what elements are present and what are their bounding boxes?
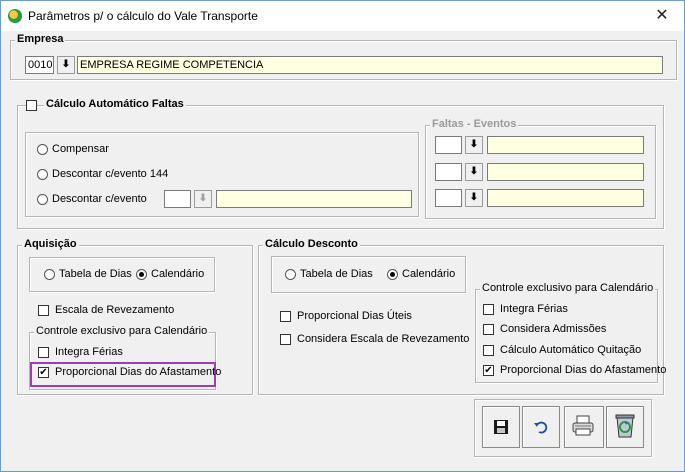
falta-evento-desc-2[interactable] xyxy=(487,163,644,181)
falta-evento-code-1[interactable] xyxy=(435,136,462,154)
aquisicao-proporcional-checkbox[interactable]: ✔ xyxy=(38,367,49,378)
aquisicao-radio-tabela[interactable] xyxy=(44,269,55,280)
radio-compensar-label: Compensar xyxy=(52,143,109,155)
radio-compensar[interactable] xyxy=(37,144,48,155)
desconto-integra-ferias-checkbox[interactable] xyxy=(483,304,494,315)
close-button[interactable]: ✕ xyxy=(640,1,684,31)
aquisicao-radio-calendario[interactable] xyxy=(136,269,147,280)
falta-evento-desc-1[interactable] xyxy=(487,136,644,154)
desconto-proporcional-checkbox[interactable]: ✔ xyxy=(483,365,494,376)
desconto-integra-ferias-label: Integra Férias xyxy=(500,303,568,315)
aquisicao-proporcional-label: Proporcional Dias do Afastamento xyxy=(55,366,222,378)
desconto-radio-calendario[interactable] xyxy=(387,269,398,280)
desconto-radio-tabela-label: Tabela de Dias xyxy=(300,268,373,280)
calculo-quitacao-label: Cálculo Automático Quitação xyxy=(500,344,642,356)
proporcional-uteis-checkbox[interactable] xyxy=(280,311,291,322)
undo-icon xyxy=(534,421,548,434)
radio-descontar-evento[interactable] xyxy=(37,194,48,205)
aquisicao-legend: Aquisição xyxy=(22,238,79,250)
printer-icon xyxy=(572,415,594,436)
radio-descontar-144-label: Descontar c/evento 144 xyxy=(52,168,169,180)
evento-code-field[interactable] xyxy=(164,190,191,208)
calculo-quitacao-checkbox[interactable] xyxy=(483,345,494,356)
down-arrow-icon: ⬇ xyxy=(469,166,479,177)
falta-evento-lookup-3[interactable]: ⬇ xyxy=(465,189,483,207)
radio-descontar-evento-label: Descontar c/evento xyxy=(52,193,147,205)
calculo-automatico-checkbox[interactable] xyxy=(26,100,37,111)
evento-desc-field[interactable] xyxy=(216,190,412,208)
considera-escala-label: Considera Escala de Revezamento xyxy=(297,333,470,345)
falta-evento-lookup-1[interactable]: ⬇ xyxy=(465,136,483,154)
empresa-legend: Empresa xyxy=(15,33,66,45)
save-button[interactable] xyxy=(482,406,520,448)
aquisicao-radio-tabela-label: Tabela de Dias xyxy=(59,268,132,280)
undo-button[interactable] xyxy=(522,406,560,448)
proporcional-uteis-label: Proporcional Dias Úteis xyxy=(297,310,412,322)
evento-lookup-button[interactable]: ⬇ xyxy=(194,190,212,208)
down-arrow-icon: ⬇ xyxy=(61,59,71,70)
down-arrow-icon: ⬇ xyxy=(469,192,479,203)
title-bar: Parâmetros p/ o cálculo do Vale Transpor… xyxy=(1,1,684,31)
desconto-controle-legend: Controle exclusivo para Calendário xyxy=(480,282,656,294)
escala-revezamento-checkbox[interactable] xyxy=(38,305,49,316)
down-arrow-icon: ⬇ xyxy=(469,139,479,150)
recycle-bin-icon xyxy=(615,414,635,438)
considera-admissoes-label: Considera Admissões xyxy=(500,323,607,335)
floppy-disk-icon xyxy=(494,420,508,434)
considera-admissoes-checkbox[interactable] xyxy=(483,324,494,335)
desconto-radio-calendario-label: Calendário xyxy=(402,268,456,280)
faltas-eventos-legend: Faltas - Eventos xyxy=(430,118,519,130)
desconto-radio-tabela[interactable] xyxy=(285,269,296,280)
aquisicao-controle-legend: Controle exclusivo para Calendário xyxy=(34,325,210,337)
desconto-proporcional-label: Proporcional Dias do Afastamento xyxy=(500,364,667,376)
aquisicao-radio-calendario-label: Calendário xyxy=(151,268,205,280)
dialog-window: Parâmetros p/ o cálculo do Vale Transpor… xyxy=(0,0,685,472)
print-button[interactable] xyxy=(564,406,604,448)
aquisicao-integra-ferias-label: Integra Férias xyxy=(55,346,123,358)
down-arrow-icon: ⬇ xyxy=(198,193,208,204)
falta-evento-code-3[interactable] xyxy=(435,189,462,207)
app-icon xyxy=(8,9,22,23)
radio-descontar-144[interactable] xyxy=(37,169,48,180)
empresa-lookup-button[interactable]: ⬇ xyxy=(57,56,75,74)
window-title: Parâmetros p/ o cálculo do Vale Transpor… xyxy=(28,9,258,23)
escala-revezamento-label: Escala de Revezamento xyxy=(55,304,175,316)
considera-escala-checkbox[interactable] xyxy=(280,334,291,345)
calculo-desconto-legend: Cálculo Desconto xyxy=(263,238,360,250)
check-icon: ✔ xyxy=(484,365,493,376)
empresa-name-field[interactable]: EMPRESA REGIME COMPETENCIA xyxy=(77,56,663,74)
falta-evento-code-2[interactable] xyxy=(435,163,462,181)
aquisicao-integra-ferias-checkbox[interactable] xyxy=(38,347,49,358)
falta-evento-desc-3[interactable] xyxy=(487,189,644,207)
calculo-automatico-label: Cálculo Automático Faltas xyxy=(44,98,186,110)
falta-evento-lookup-2[interactable]: ⬇ xyxy=(465,163,483,181)
exit-button[interactable] xyxy=(606,406,644,448)
empresa-code-field[interactable]: 0010 xyxy=(25,56,54,74)
check-icon: ✔ xyxy=(39,367,48,378)
